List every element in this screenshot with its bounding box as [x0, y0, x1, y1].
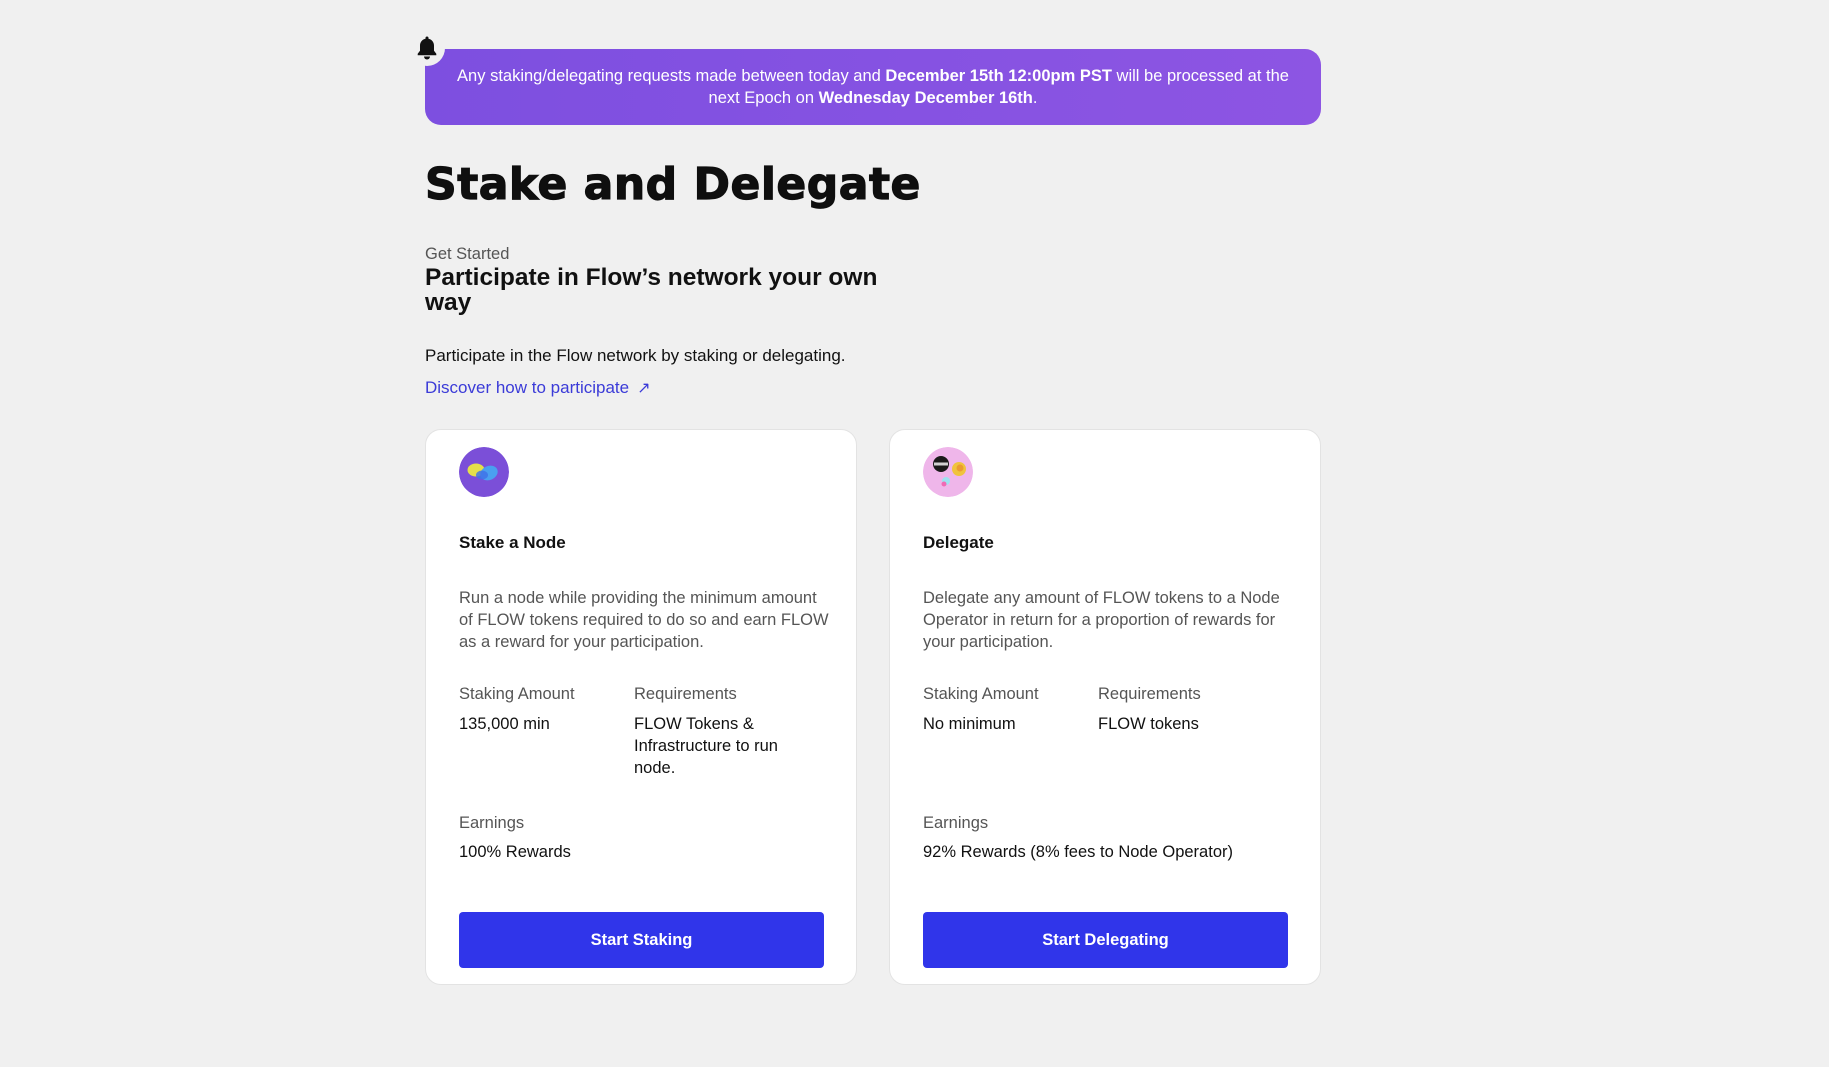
staking-amount-value: 135,000 min — [459, 715, 550, 733]
banner-text: Any staking/delegating requests made bet… — [457, 67, 886, 85]
page-title: Stake and Delegate — [424, 158, 921, 210]
card-description: Run a node while providing the minimum a… — [459, 589, 829, 651]
banner-text: . — [1032, 89, 1038, 107]
discover-link-label: Discover how to participate — [425, 378, 630, 397]
start-delegating-button[interactable]: Start Delegating — [923, 912, 1288, 968]
bell-icon — [409, 30, 445, 66]
earnings-label: Earnings — [459, 814, 525, 832]
banner-deadline: December 15th 12:00pm PST — [885, 67, 1112, 85]
stake-node-card: Stake a Node Run a node while providing … — [425, 429, 857, 985]
intro-text: Participate in the Flow network by staki… — [425, 346, 846, 365]
option-cards: Stake a Node Run a node while providing … — [425, 429, 1321, 985]
epoch-banner-message: Any staking/delegating requests made bet… — [425, 49, 1321, 125]
requirements-value: FLOW tokens — [1098, 715, 1199, 733]
earnings-label: Earnings — [923, 814, 989, 832]
banner-epoch-date: Wednesday December 16th — [818, 89, 1033, 107]
staking-amount-label: Staking Amount — [459, 685, 575, 703]
earnings-value: 92% Rewards (8% fees to Node Operator) — [923, 843, 1233, 861]
card-title: Stake a Node — [459, 533, 566, 552]
card-title: Delegate — [923, 533, 994, 552]
staking-amount-value: No minimum — [923, 715, 1016, 733]
get-started-label: Get Started — [425, 245, 510, 263]
requirements-label: Requirements — [1098, 685, 1201, 703]
epoch-banner: Any staking/delegating requests made bet… — [409, 30, 1321, 125]
card-description: Delegate any amount of FLOW tokens to a … — [923, 589, 1280, 651]
external-link-icon: ↗ — [637, 380, 651, 397]
headline: Participate in Flow’s network your own w… — [425, 264, 878, 316]
earnings-value: 100% Rewards — [459, 843, 571, 861]
start-staking-button[interactable]: Start Staking — [459, 912, 824, 968]
delegate-illustration-icon — [923, 447, 973, 497]
discover-link[interactable]: Discover how to participate ↗ — [425, 378, 651, 398]
staking-amount-label: Staking Amount — [923, 685, 1039, 703]
requirements-value: FLOW Tokens & Infrastructure to run node… — [634, 715, 778, 777]
requirements-label: Requirements — [634, 685, 737, 703]
node-illustration-icon — [459, 447, 509, 497]
delegate-card: Delegate Delegate any amount of FLOW tok… — [889, 429, 1321, 985]
